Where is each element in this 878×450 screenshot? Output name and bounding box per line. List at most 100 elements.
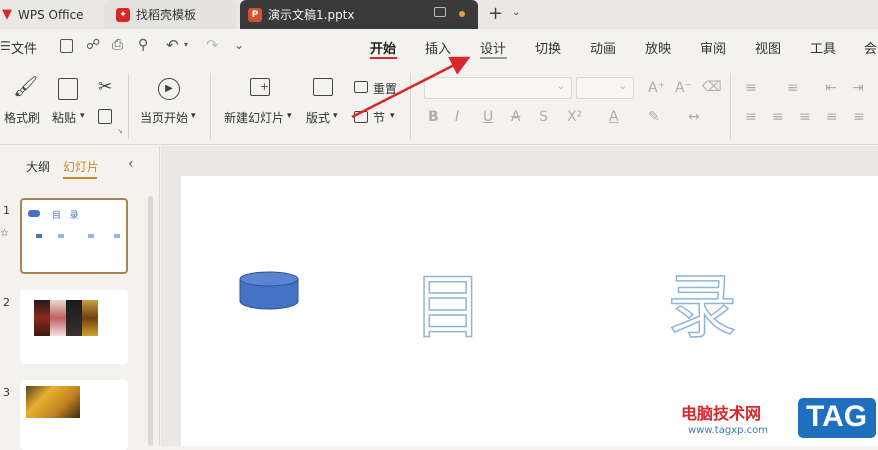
decrease-indent-icon[interactable]: ⇤ <box>825 81 837 95</box>
increase-indent-icon[interactable]: ⇥ <box>852 81 864 95</box>
font-color-icon[interactable]: A <box>609 110 619 124</box>
title-tab-bar: ▼ WPS Office ✦ 找稻壳模板 P 演示文稿1.pptx + ⌄ <box>0 0 878 29</box>
slide-title-char-2[interactable]: 录 <box>666 251 738 352</box>
hamburger-icon[interactable]: ☰ <box>0 39 11 53</box>
tab-slides-underline <box>63 177 97 179</box>
tab-label: WPS Office <box>18 7 84 22</box>
new-tab-icon[interactable]: + <box>488 3 503 24</box>
monitor-icon[interactable] <box>434 7 446 17</box>
format-painter-icon[interactable]: 🖌 <box>13 76 38 96</box>
underline-icon[interactable]: U <box>483 110 493 124</box>
redo-icon[interactable]: ↷ <box>206 36 219 54</box>
new-slide-button[interactable]: 新建幻灯片 <box>224 109 284 126</box>
align-left-icon[interactable]: ≡ <box>745 110 757 124</box>
tab-slides[interactable]: 幻灯片 <box>63 158 99 175</box>
play-dropdown-icon[interactable]: ▾ <box>191 111 196 121</box>
clear-format-icon[interactable]: ⌫ <box>702 80 722 94</box>
tab-member[interactable]: 会 <box>864 38 877 57</box>
new-slide-dropdown-icon[interactable]: ▾ <box>287 111 292 121</box>
print-icon[interactable]: ⎙ <box>112 37 123 53</box>
format-painter-button[interactable]: 格式刷 <box>4 109 40 126</box>
undo-dropdown-icon[interactable]: ▾ <box>184 40 188 49</box>
increase-font-icon[interactable]: A⁺ <box>648 81 665 95</box>
distribute-icon[interactable]: ≡ <box>853 110 865 124</box>
strikethrough-icon[interactable]: A <box>511 110 521 124</box>
tab-transitions[interactable]: 切换 <box>535 38 561 57</box>
chevron-down-icon[interactable]: ⌄ <box>512 7 520 18</box>
save-icon[interactable] <box>60 39 73 53</box>
paste-dropdown-icon[interactable]: ▾ <box>80 111 85 121</box>
thumb-image <box>50 300 66 336</box>
slide-thumbnail-2[interactable] <box>20 290 128 364</box>
annotation-arrow <box>351 56 471 119</box>
cylinder-shape[interactable] <box>239 271 299 311</box>
wps-logo-icon: ▼ <box>2 7 12 22</box>
slide-number: 1 <box>3 204 10 217</box>
watermark-tag: TAG <box>806 400 868 433</box>
panel-scrollbar[interactable] <box>148 196 153 446</box>
thumb-shape <box>28 210 40 217</box>
tab-tools[interactable]: 工具 <box>810 38 836 57</box>
cut-icon[interactable]: ✂ <box>98 79 112 96</box>
thumb-image <box>26 386 80 418</box>
tab-review[interactable]: 审阅 <box>700 38 726 57</box>
highlight-icon[interactable]: ✎ <box>648 110 660 124</box>
shadow-icon[interactable]: S <box>539 110 548 124</box>
layout-dropdown-icon[interactable]: ▾ <box>333 111 338 121</box>
print-preview-icon[interactable]: ⚲ <box>138 37 148 53</box>
tab-design-underline <box>480 57 507 59</box>
numbered-list-icon[interactable]: ≡ <box>787 81 799 95</box>
tab-docer-templates[interactable]: ✦ 找稻壳模板 <box>104 0 236 29</box>
thumb-text <box>88 234 94 238</box>
new-slide-icon[interactable]: + <box>250 78 270 96</box>
tab-animation[interactable]: 动画 <box>590 38 616 57</box>
slide-number: 2 <box>3 296 10 309</box>
character-spacing-icon[interactable]: ↔ <box>688 110 700 124</box>
justify-icon[interactable]: ≡ <box>826 110 838 124</box>
slide-canvas: 目 录 电脑技术网 www.tagxp.com TAG <box>161 146 878 446</box>
watermark-site-name: 电脑技术网 <box>681 404 762 423</box>
link-icon[interactable]: ☍ <box>86 37 100 53</box>
slide-panel: 大纲 幻灯片 ‹ 1 ☆ 目 录 2 3 <box>0 146 160 450</box>
bullet-list-icon[interactable]: ≡ <box>745 81 757 95</box>
tab-label: 找稻壳模板 <box>136 8 197 22</box>
thumb-text <box>36 234 42 238</box>
thumb-image <box>66 300 82 336</box>
slide-thumbnail-3[interactable] <box>20 380 128 450</box>
decrease-font-icon[interactable]: A⁻ <box>675 81 692 95</box>
thumb-image <box>34 300 50 336</box>
superscript-icon[interactable]: X² <box>567 110 582 124</box>
thumb-text <box>114 234 120 238</box>
watermark-url: www.tagxp.com <box>688 425 768 436</box>
copy-icon[interactable] <box>98 109 112 124</box>
tab-slideshow[interactable]: 放映 <box>645 38 671 57</box>
slide-number: 3 <box>3 386 10 399</box>
thumb-text <box>58 234 64 238</box>
layout-button[interactable]: 版式 <box>306 109 330 126</box>
play-from-current-button[interactable]: 当页开始 <box>140 109 188 126</box>
slide-thumbnail-1[interactable]: 目 录 <box>20 198 128 274</box>
slide-title-char-1[interactable]: 目 <box>412 251 484 352</box>
tab-outline[interactable]: 大纲 <box>26 158 50 175</box>
undo-icon[interactable]: ↶ <box>166 36 179 54</box>
tab-design[interactable]: 设计 <box>480 38 506 57</box>
thumb-image <box>82 300 98 336</box>
align-center-icon[interactable]: ≡ <box>772 110 784 124</box>
ribbon-divider <box>128 73 129 139</box>
layout-icon[interactable] <box>313 78 333 96</box>
tab-presentation-file[interactable]: P 演示文稿1.pptx <box>240 0 478 29</box>
paste-icon[interactable] <box>58 78 78 100</box>
menu-file[interactable]: 文件 <box>11 38 37 57</box>
docer-icon: ✦ <box>116 7 130 22</box>
collapse-panel-icon[interactable]: ‹ <box>128 156 134 172</box>
ppt-icon: P <box>248 7 262 22</box>
more-chevron-icon[interactable]: ⌄ <box>234 38 244 52</box>
clipboard-launcher-icon[interactable]: ↘ <box>117 127 123 135</box>
play-icon[interactable]: ▶ <box>158 78 180 100</box>
font-size-select[interactable]: ⌄ <box>576 77 634 99</box>
paste-button[interactable]: 粘贴 <box>52 109 76 126</box>
align-right-icon[interactable]: ≡ <box>799 110 811 124</box>
tab-wps-office[interactable]: ▼ WPS Office <box>0 0 100 29</box>
tab-view[interactable]: 视图 <box>755 38 781 57</box>
watermark: 电脑技术网 www.tagxp.com TAG <box>678 396 878 446</box>
